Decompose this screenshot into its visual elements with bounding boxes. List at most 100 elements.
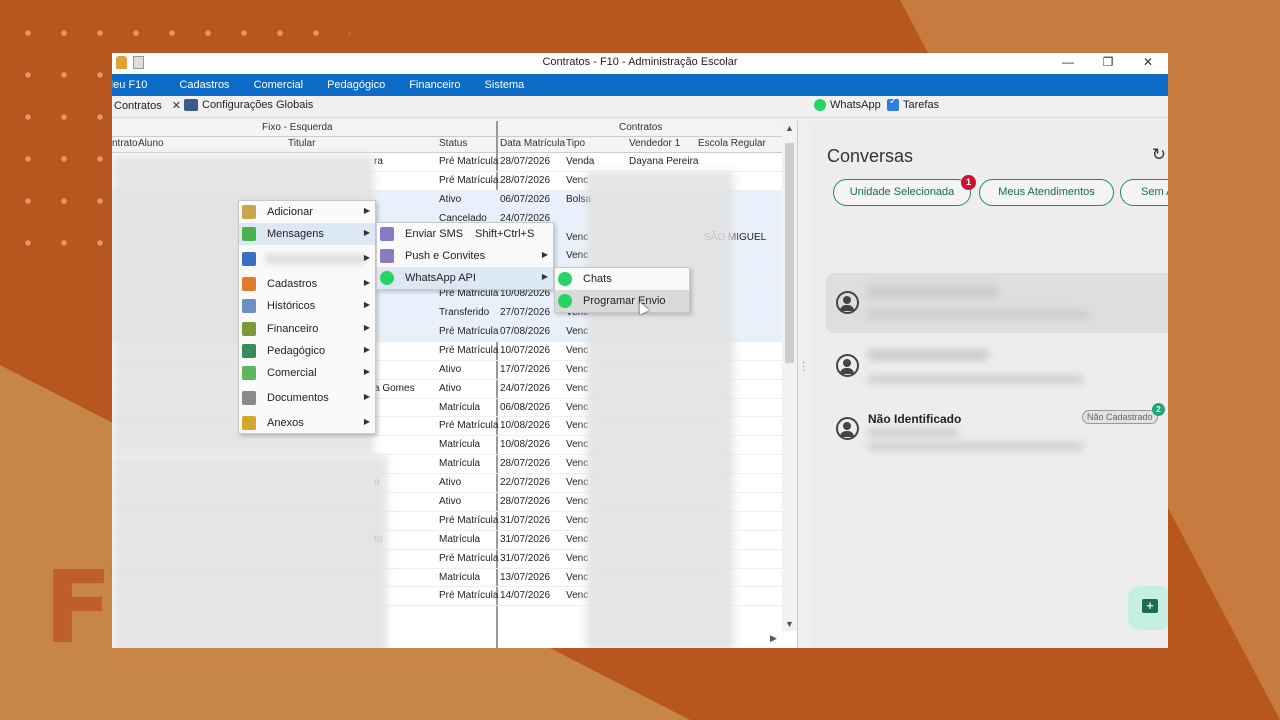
context-menu: Adicionar ▶ Mensagens ▶ ▶ Cadastros ▶ Histórico…	[238, 200, 376, 434]
col-aluno[interactable]: Aluno	[138, 138, 164, 149]
col-data-matricula[interactable]: Data Matrícula	[500, 138, 565, 149]
blurred-area	[868, 311, 1088, 318]
menu-financeiro[interactable]: Financeiro	[395, 79, 470, 91]
menu-item[interactable]: Chats	[555, 268, 689, 290]
menu-item-label: Push e Convites	[405, 250, 486, 262]
menu-item-label: Documentos	[267, 392, 329, 404]
group-contratos: Contratos	[619, 122, 663, 133]
panel-splitter[interactable]: · · ·	[797, 121, 809, 648]
scroll-down-icon[interactable]: ▼	[785, 619, 794, 629]
menu-item[interactable]: Adicionar ▶	[239, 201, 375, 223]
menu-item[interactable]: Enviar SMS Shift+Ctrl+S	[377, 223, 553, 245]
minimize-button[interactable]: —	[1048, 53, 1088, 74]
restore-button[interactable]: ❐	[1088, 53, 1128, 74]
new-chat-button[interactable]: +	[1128, 586, 1168, 630]
submenu-arrow-icon: ▶	[363, 206, 370, 215]
close-button[interactable]: ✕	[1128, 53, 1168, 74]
blurred-area	[112, 455, 387, 648]
filter-meus-atendimentos[interactable]: Meus Atendimentos	[979, 179, 1114, 206]
tab-tarefas-label: Tarefas	[903, 99, 940, 111]
contracts-grid: Fixo - Esquerda Contratos ntrato Aluno T…	[112, 121, 797, 648]
menu-item-label: Comercial	[267, 367, 317, 379]
filter-sem-atendimento[interactable]: Sem A	[1120, 179, 1168, 206]
menu-comercial[interactable]: Comercial	[240, 79, 314, 91]
menu-item[interactable]: Históricos ▶	[239, 295, 375, 317]
new-chat-icon: +	[1142, 599, 1158, 613]
menu-item[interactable]: Anexos ▶	[239, 412, 375, 434]
menu-item[interactable]: Push e Convites ▶	[377, 245, 553, 267]
menu-meu-f10[interactable]: Meu F10	[112, 79, 157, 91]
conversas-title: Conversas	[827, 146, 914, 166]
cell-date: 10/08/2026	[500, 420, 551, 432]
close-icon[interactable]: ✕	[172, 99, 181, 112]
menu-item[interactable]: Pedagógico ▶	[239, 340, 375, 362]
folder-icon	[242, 416, 256, 430]
cell-status: Pré Matrícula	[439, 326, 499, 338]
tab-contratos[interactable]: Contratos ✕	[114, 99, 181, 113]
col-contrato[interactable]: ntrato	[112, 138, 138, 149]
chat-bubbles-icon	[242, 227, 256, 241]
filter-unidade-selecionada[interactable]: Unidade Selecionada	[833, 179, 971, 206]
menu-item-label: Históricos	[267, 300, 316, 312]
board-icon	[242, 344, 256, 358]
menu-item[interactable]: Programar Envio	[555, 290, 689, 312]
scroll-thumb[interactable]	[785, 143, 794, 363]
col-titular[interactable]: Titular	[288, 138, 315, 149]
cell-status: Matrícula	[439, 458, 481, 470]
whatsapp-icon	[558, 294, 572, 308]
tab-tarefas[interactable]: Tarefas	[887, 96, 940, 111]
cell-tipo: Venc	[566, 496, 589, 508]
menu-sistema[interactable]: Sistema	[471, 79, 535, 91]
menu-pedagogico[interactable]: Pedagógico	[313, 79, 395, 91]
col-escola-regular[interactable]: Escola Regular	[698, 138, 766, 149]
pencil-icon	[242, 205, 256, 219]
col-vendedor[interactable]: Vendedor 1	[629, 138, 680, 149]
menu-item-label: Pedagógico	[267, 345, 326, 357]
cell-tipo: Venda	[566, 156, 595, 167]
menu-item-label: Programar Envio	[583, 295, 666, 307]
menu-cadastros[interactable]: Cadastros	[165, 79, 239, 91]
whatsapp-submenu: Chats Programar Envio	[554, 267, 690, 313]
cell-tipo: Venc	[566, 458, 589, 470]
menu-item[interactable]: Mensagens ▶	[239, 223, 375, 245]
cell-date: 10/08/2026	[500, 439, 551, 451]
tab-config-label: Configurações Globais	[202, 99, 314, 111]
cell-tipo: Venc	[566, 401, 589, 413]
conversation-item[interactable]: Não Identificado Não Cadastrado 2	[826, 399, 1168, 459]
cell-tipo: Venc	[566, 250, 589, 262]
grip-icon[interactable]: · · ·	[802, 358, 805, 376]
cell-date: 13/07/2026	[500, 571, 551, 583]
title-bar: Contratos - F10 - Administração Escolar …	[112, 53, 1168, 74]
tab-configuracoes[interactable]: Configurações Globais	[184, 99, 313, 111]
submenu-arrow-icon: ▶	[541, 272, 548, 281]
cell-vendedor: Dayana Pereira	[629, 156, 699, 167]
unread-badge: 2	[1152, 403, 1165, 416]
refresh-icon[interactable]: ↻	[1152, 145, 1166, 165]
menu-item-label: Anexos	[267, 417, 304, 429]
cell-tipo: Venc	[566, 382, 589, 394]
conversation-item[interactable]	[826, 273, 1168, 333]
menu-item[interactable]: ▶	[239, 248, 375, 270]
conversation-item[interactable]	[826, 336, 1168, 396]
cell-date: 22/07/2026	[500, 477, 551, 489]
phone-book-icon	[242, 252, 256, 266]
cell-date: 06/07/2026	[500, 193, 551, 205]
menu-item[interactable]: Cadastros ▶	[239, 273, 375, 295]
menu-item-label: WhatsApp API	[405, 272, 476, 284]
col-tipo[interactable]: Tipo	[566, 138, 585, 149]
scroll-up-icon[interactable]: ▲	[785, 123, 794, 133]
cell-tipo: Venc	[566, 514, 589, 526]
column-header-row: ntrato Aluno Titular Status Data Matrícu…	[112, 137, 782, 153]
menu-item[interactable]: Financeiro ▶	[239, 318, 375, 340]
not-registered-tag: Não Cadastrado	[1082, 410, 1158, 424]
menu-item[interactable]: WhatsApp API ▶	[377, 267, 553, 289]
vertical-scrollbar[interactable]: ▲ ▼	[782, 121, 797, 631]
menu-item[interactable]: Comercial ▶	[239, 362, 375, 384]
cell-status: Pré Matrícula	[439, 590, 499, 602]
scroll-right-icon[interactable]: ▶	[770, 633, 777, 644]
col-status[interactable]: Status	[439, 138, 467, 149]
messages-submenu: Enviar SMS Shift+Ctrl+S Push e Convites ▶ Wh…	[376, 222, 554, 290]
cell-status: Ativo	[439, 496, 462, 508]
menu-item[interactable]: Documentos ▶	[239, 387, 375, 409]
tab-whatsapp[interactable]: WhatsApp	[814, 99, 881, 111]
